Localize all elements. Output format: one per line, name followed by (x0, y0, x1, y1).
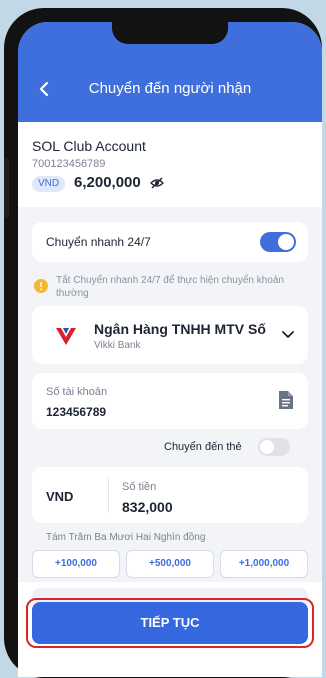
currency-badge: VND (32, 176, 66, 192)
phone-side-button (4, 158, 9, 218)
quick-amount-500k-button[interactable]: +500,000 (126, 550, 214, 578)
chevron-down-icon[interactable] (282, 330, 294, 340)
phone-frame: Chuyển đến người nhận SOL Club Account 7… (4, 8, 322, 678)
phone-notch (112, 22, 228, 44)
account-name: SOL Club Account (32, 138, 146, 154)
amount-in-words: Tám Trăm Ba Mươi Hai Nghìn đồng (46, 532, 206, 543)
quick-amount-1m-button[interactable]: +1,000,000 (220, 550, 308, 578)
amount-field[interactable]: VND Số tiền 832,000 (32, 467, 308, 523)
fast-transfer-toggle[interactable] (260, 232, 296, 252)
hide-balance-eye-icon[interactable] (150, 177, 164, 189)
app-screen: Chuyển đến người nhận SOL Club Account 7… (18, 22, 322, 677)
account-number-input[interactable]: 123456789 (46, 405, 106, 419)
document-icon[interactable] (278, 390, 294, 410)
warning-icon (34, 279, 48, 293)
amount-currency: VND (46, 489, 74, 504)
vikki-bank-logo-icon (54, 324, 78, 348)
amount-input[interactable]: 832,000 (122, 499, 173, 515)
quick-amount-100k-button[interactable]: +100,000 (32, 550, 120, 578)
account-number-field[interactable]: Số tài khoản 123456789 (32, 373, 308, 429)
fast-transfer-row: Chuyển nhanh 24/7 (32, 222, 308, 262)
page-title: Chuyển đến người nhận (88, 80, 252, 97)
account-number: 700123456789 (32, 158, 106, 170)
fast-transfer-notice: Tắt Chuyển nhanh 24/7 để thực hiện chuyể… (56, 275, 284, 299)
account-number-label: Số tài khoản (46, 386, 108, 398)
toggle-knob (278, 234, 294, 250)
card-transfer-label: Chuyển đến thẻ (164, 441, 242, 453)
continue-button[interactable]: TIẾP TỤC (32, 602, 308, 644)
bank-selector[interactable]: Ngân Hàng TNHH MTV Số... Vikki Bank (32, 306, 308, 364)
account-balance: 6,200,000 (74, 174, 141, 191)
app-header: Chuyển đến người nhận (18, 22, 322, 122)
card-transfer-toggle[interactable] (258, 438, 290, 456)
source-account-panel: SOL Club Account 700123456789 VND 6,200,… (18, 122, 322, 207)
toggle-knob (260, 440, 274, 454)
bank-short-name: Vikki Bank (94, 340, 141, 351)
amount-divider (108, 477, 109, 513)
fast-transfer-label: Chuyển nhanh 24/7 (46, 235, 151, 249)
bank-name: Ngân Hàng TNHH MTV Số... (94, 321, 266, 337)
amount-label: Số tiền (122, 481, 157, 493)
